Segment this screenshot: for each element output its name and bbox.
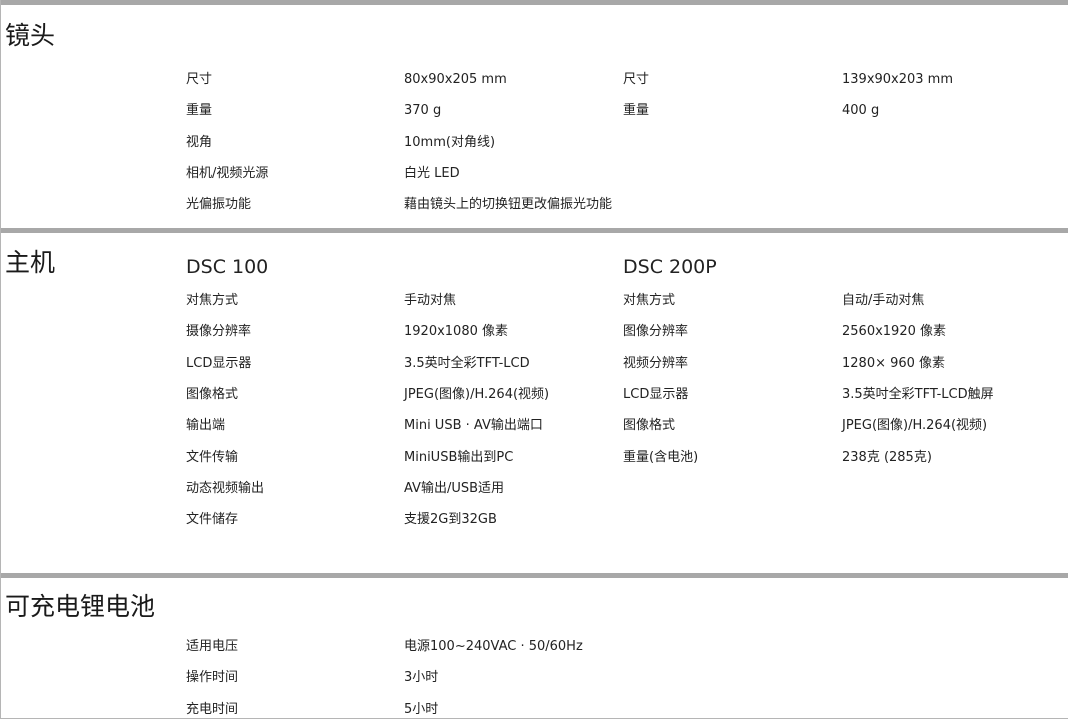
- spec-row: 摄像分辨率 1920x1080 像素 图像分辨率 2560x1920 像素: [1, 322, 1068, 342]
- spec-row: 输出端 Mini USB · AV输出端口 图像格式 JPEG(图像)/H.264(视…: [1, 416, 1068, 436]
- spec-label: 视频分辨率: [623, 355, 689, 371]
- spec-label: 摄像分辨率: [186, 324, 252, 340]
- spec-value: 3小时: [404, 670, 439, 686]
- spec-row: 光偏振功能 藉由镜头上的切换钮更改偏振光功能: [1, 195, 1068, 215]
- spec-row: 视角 10mm(对角线): [1, 133, 1068, 153]
- spec-value: 白光 LED: [404, 165, 460, 181]
- spec-value: 139x90x203 mm: [842, 72, 954, 87]
- spec-value: 电源100~240VAC · 50/60Hz: [404, 639, 583, 654]
- spec-label: 视角: [186, 134, 213, 150]
- spec-row: LCD显示器 3.5英吋全彩TFT-LCD 视频分辨率 1280× 960 像素: [1, 354, 1068, 374]
- spec-label: 充电时间: [186, 701, 239, 717]
- spec-label: 文件传输: [186, 449, 239, 465]
- model-dsc200p-heading: DSC 200P: [623, 256, 717, 278]
- spec-value: 1280× 960 像素: [842, 355, 946, 371]
- spec-label: 尺寸: [623, 72, 650, 87]
- spec-row: 重量 370 g 重量 400 g: [1, 101, 1068, 121]
- spec-row: 适用电压 电源100~240VAC · 50/60Hz: [1, 637, 1068, 657]
- spec-value: 5小时: [404, 701, 439, 717]
- spec-label: 尺寸: [186, 72, 213, 87]
- spec-row: 尺寸 80x90x205 mm 尺寸 139x90x203 mm: [1, 70, 1068, 90]
- spec-page: 镜头 尺寸 80x90x205 mm 尺寸 139x90x203 mm 重量 370 g重…: [0, 0, 1068, 719]
- lens-section: 镜头 尺寸 80x90x205 mm 尺寸 139x90x203 mm 重量 370 g重…: [1, 0, 1068, 228]
- spec-label: 相机/视频光源: [186, 165, 269, 181]
- spec-label: 光偏振功能: [186, 197, 252, 213]
- spec-value: AV输出/USB适用: [404, 480, 505, 496]
- spec-row: 对焦方式 手动对焦 对焦方式 自动/手动对焦: [1, 291, 1068, 311]
- spec-label: 图像格式: [186, 386, 239, 402]
- spec-label: 重量(含电池): [623, 449, 699, 465]
- spec-value: 10mm(对角线): [404, 134, 496, 150]
- lens-section-title: 镜头: [5, 21, 56, 50]
- spec-value: Mini USB · AV输出端口: [404, 418, 543, 434]
- spec-value: JPEG(图像)/H.264(视频): [404, 386, 550, 402]
- spec-label: LCD显示器: [623, 386, 689, 402]
- spec-label: 对焦方式: [186, 293, 239, 308]
- spec-row: 相机/视频光源 白光 LED: [1, 164, 1068, 184]
- spec-row: 文件储存 支援2G到32GB: [1, 510, 1068, 530]
- spec-value: JPEG(图像)/H.264(视频): [842, 418, 988, 434]
- spec-value: 藉由镜头上的切换钮更改偏振光功能: [404, 197, 613, 213]
- host-section-title: 主机: [5, 248, 56, 277]
- spec-label: 图像格式: [623, 418, 676, 434]
- spec-label: 操作时间: [186, 670, 239, 686]
- spec-label: 适用电压: [186, 639, 239, 654]
- spec-value: 支援2G到32GB: [404, 512, 497, 528]
- spec-value: MiniUSB输出到PC: [404, 449, 514, 465]
- spec-value: 400 g: [842, 103, 880, 119]
- spec-label: LCD显示器: [186, 355, 252, 371]
- spec-row: 文件传输 MiniUSB输出到PC 重量(含电池) 238克 (285克): [1, 448, 1068, 468]
- spec-row: 充电时间 5小时: [1, 700, 1068, 718]
- spec-value: 3.5英吋全彩TFT-LCD: [404, 355, 530, 371]
- spec-label: 动态视频输出: [186, 480, 265, 496]
- spec-label: 图像分辨率: [623, 324, 689, 340]
- spec-row: 动态视频输出 AV输出/USB适用: [1, 479, 1068, 499]
- spec-value: 370 g: [404, 103, 442, 119]
- spec-label: 文件储存: [186, 512, 239, 528]
- host-section: 主机 DSC 100 DSC 200P 对焦方式 手动对焦 对焦方式 自动/手动对焦摄…: [1, 228, 1068, 573]
- battery-section: 可充电锂电池 适用电压 电源100~240VAC · 50/60Hz 操作时间 3小时…: [1, 573, 1068, 718]
- spec-label: 对焦方式: [623, 293, 676, 308]
- spec-value: 2560x1920 像素: [842, 324, 946, 340]
- spec-value: 手动对焦: [404, 293, 457, 308]
- spec-value: 1920x1080 像素: [404, 324, 508, 340]
- spec-label: 重量: [186, 103, 213, 119]
- spec-value: 3.5英吋全彩TFT-LCD触屏: [842, 386, 994, 402]
- spec-label: 重量: [623, 103, 650, 119]
- spec-value: 自动/手动对焦: [842, 293, 925, 308]
- spec-value: 80x90x205 mm: [404, 72, 507, 87]
- spec-label: 输出端: [186, 418, 226, 434]
- spec-value: 238克 (285克): [842, 449, 932, 465]
- spec-row: 图像格式 JPEG(图像)/H.264(视频) LCD显示器 3.5英吋全彩TFT-L…: [1, 385, 1068, 405]
- spec-row: 操作时间 3小时: [1, 668, 1068, 688]
- model-dsc100-heading: DSC 100: [186, 256, 269, 278]
- battery-section-title: 可充电锂电池: [5, 592, 156, 621]
